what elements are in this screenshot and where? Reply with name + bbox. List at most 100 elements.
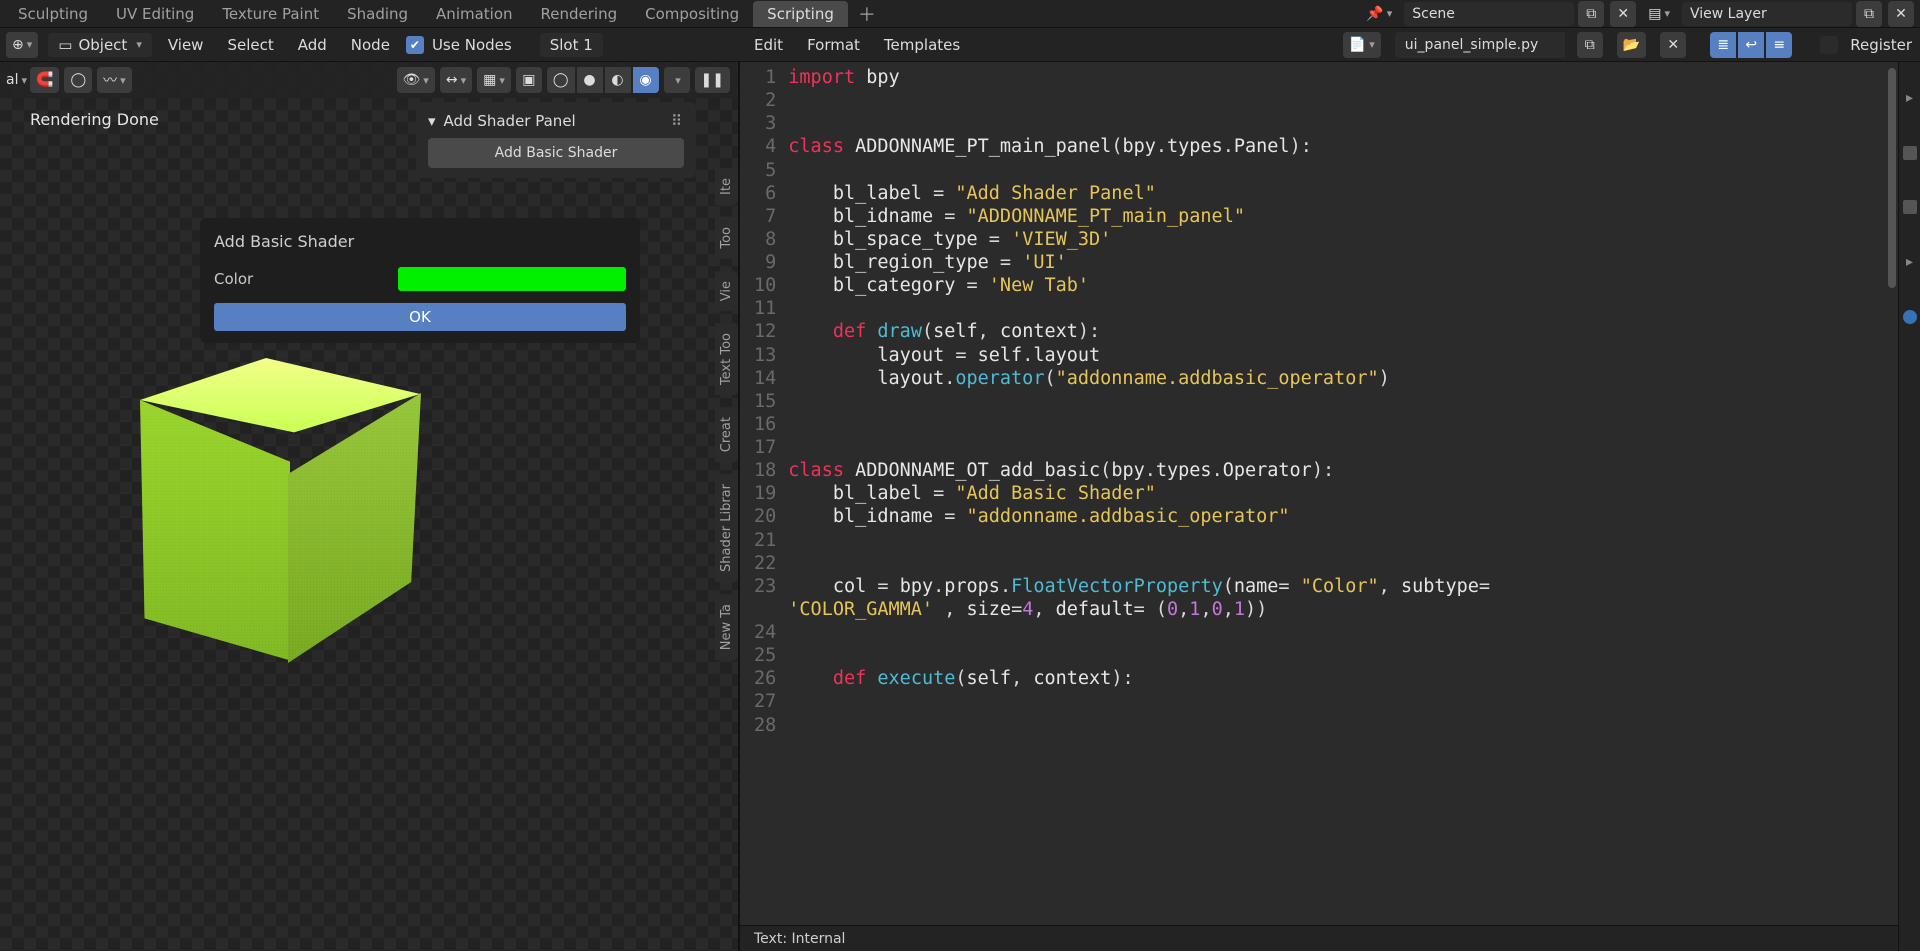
view-menu[interactable]: View [160, 32, 212, 58]
text-edit-menu[interactable]: Edit [748, 32, 789, 58]
text-footer-label: Text: Internal [754, 931, 845, 947]
workspace-tab-sculpting[interactable]: Sculpting [4, 1, 102, 27]
overlay-toggle[interactable]: ▦▾ [477, 67, 511, 93]
text-editor-footer: Text: Internal [740, 925, 1898, 951]
delete-scene-button[interactable]: ✕ [1610, 1, 1636, 27]
text-templates-menu[interactable]: Templates [878, 32, 966, 58]
rail-expand-icon[interactable]: ▸ [1906, 254, 1913, 270]
panel-options-icon[interactable]: ⠿ [671, 112, 684, 130]
operator-popup: Add Basic Shader Color OK [200, 218, 640, 343]
snap-toggle[interactable]: 🧲 [30, 67, 59, 93]
object-icon: ▭ [58, 36, 72, 54]
toggle-syntax-hl[interactable]: ≡ [1766, 32, 1792, 58]
side-tab-too[interactable]: Too [715, 217, 738, 259]
new-scene-button[interactable]: ⧉ [1578, 1, 1604, 27]
side-tab-text-too[interactable]: Text Too [715, 323, 738, 395]
pause-render-button[interactable]: ❚❚ [695, 67, 730, 93]
ok-button[interactable]: OK [214, 303, 626, 331]
workspace-tab-scripting[interactable]: Scripting [753, 1, 848, 27]
add-menu[interactable]: Add [290, 32, 335, 58]
object-mode-label: Object [78, 36, 127, 54]
use-nodes-checkbox[interactable] [406, 36, 424, 54]
workspace-tab-rendering[interactable]: Rendering [527, 1, 632, 27]
text-display-toggles: ≣ ↩ ≡ [1710, 32, 1794, 58]
shading-rendered[interactable]: ◉ [633, 67, 659, 93]
workspace-tab-texture-paint[interactable]: Texture Paint [208, 1, 333, 27]
delete-viewlayer-button[interactable]: ✕ [1888, 1, 1914, 27]
side-tab-ite[interactable]: Ite [715, 168, 738, 205]
workspace-tab-uv-editing[interactable]: UV Editing [102, 1, 208, 27]
proportional-toggle[interactable]: ◯ [64, 67, 92, 93]
side-tab-shader-librar[interactable]: Shader Librar [715, 474, 738, 582]
ok-button-label: OK [409, 308, 431, 326]
properties-tab-chip[interactable] [1903, 200, 1917, 214]
register-checkbox[interactable] [1820, 36, 1838, 54]
gizmo-toggle[interactable]: ↔▾ [440, 67, 472, 93]
properties-rail: ▸ ▸ [1898, 62, 1920, 951]
xray-toggle[interactable]: ▣ [516, 67, 542, 93]
text-duplicate-button[interactable]: ⧉ [1577, 32, 1603, 58]
side-tab-vie[interactable]: Vie [715, 271, 738, 311]
register-label: Register [1850, 36, 1912, 54]
pin-scene-icon[interactable]: 📌▾ [1360, 1, 1398, 27]
pivot-selector[interactable]: al▾ [6, 72, 27, 88]
text-editor-area: 1234567891011121314151617181920212223 24… [740, 62, 1898, 951]
workspace-tab-shading[interactable]: Shading [333, 1, 422, 27]
node-menu[interactable]: Node [343, 32, 398, 58]
side-tab-new-ta[interactable]: New Ta [715, 594, 738, 660]
workspace-tab-animation[interactable]: Animation [422, 1, 526, 27]
rail-expand-icon[interactable]: ▸ [1906, 90, 1913, 106]
workspace-tabs-bar: SculptingUV EditingTexture PaintShadingA… [0, 0, 1920, 28]
select-menu[interactable]: Select [219, 32, 281, 58]
text-filename-field[interactable]: ui_panel_simple.py [1395, 32, 1565, 58]
add-basic-shader-button-label: Add Basic Shader [495, 145, 618, 161]
code-area[interactable]: 1234567891011121314151617181920212223 24… [740, 62, 1898, 925]
operator-popup-title: Add Basic Shader [214, 232, 626, 251]
add-shader-panel-title: Add Shader Panel [444, 112, 576, 130]
object-mode-selector[interactable]: ▭ Object ▾ [48, 33, 152, 57]
workspace-tabs: SculptingUV EditingTexture PaintShadingA… [4, 5, 848, 23]
material-slot-selector[interactable]: Slot 1 [540, 33, 603, 57]
line-number-gutter: 1234567891011121314151617181920212223 24… [740, 62, 784, 925]
viewport-canvas[interactable]: Rendering Done ▾ Add Shader Panel ⠿ Add … [0, 98, 738, 951]
properties-tab-chip[interactable] [1903, 146, 1917, 160]
code-content[interactable]: import bpy class ADDONNAME_PT_main_panel… [784, 62, 1898, 925]
falloff-selector[interactable]: 〰▾ [97, 67, 132, 93]
toggle-word-wrap[interactable]: ↩ [1738, 32, 1764, 58]
shading-wireframe[interactable]: ◯ [547, 67, 575, 93]
material-slot-label: Slot 1 [550, 36, 593, 54]
add-workspace-button[interactable]: ＋ [848, 1, 886, 27]
new-viewlayer-button[interactable]: ⧉ [1856, 1, 1882, 27]
viewlayer-icon[interactable]: ▤▾ [1642, 1, 1676, 27]
text-open-button[interactable]: 📂 [1617, 32, 1646, 58]
shading-matprev[interactable]: ◐ [605, 67, 631, 93]
text-browse-button[interactable]: 📄▾ [1343, 32, 1381, 58]
scene-name-field[interactable]: Scene [1404, 2, 1574, 26]
shading-solid[interactable]: ● [577, 67, 603, 93]
code-scrollbar[interactable] [1888, 68, 1896, 288]
toggle-line-numbers[interactable]: ≣ [1710, 32, 1736, 58]
panel-collapse-icon[interactable]: ▾ [428, 112, 436, 130]
render-status-text: Rendering Done [30, 110, 159, 129]
workspace-tab-compositing[interactable]: Compositing [631, 1, 753, 27]
use-nodes-label: Use Nodes [432, 36, 512, 54]
shading-modes: ◯ ● ◐ ◉ [547, 67, 661, 93]
rendered-cube [120, 358, 440, 708]
main-split: al▾ 🧲 ◯ 〰▾ 👁▾ ↔▾ ▦▾ ▣ ◯ ● ◐ ◉ ▾ ❚❚ Rende… [0, 62, 1920, 951]
color-property-label: Color [214, 270, 384, 288]
viewport-toolbar: al▾ 🧲 ◯ 〰▾ 👁▾ ↔▾ ▦▾ ▣ ◯ ● ◐ ◉ ▾ ❚❚ [0, 62, 738, 98]
add-shader-panel: ▾ Add Shader Panel ⠿ Add Basic Shader [416, 102, 696, 178]
text-editor-header: Edit Format Templates 📄▾ ui_panel_simple… [740, 28, 1920, 62]
color-property-field[interactable] [398, 267, 626, 291]
text-format-menu[interactable]: Format [801, 32, 866, 58]
add-basic-shader-button[interactable]: Add Basic Shader [428, 138, 684, 168]
viewlayer-name-field[interactable]: View Layer [1682, 2, 1852, 26]
shading-options[interactable]: ▾ [664, 67, 690, 93]
viewport-side-tabs: Ite Too Vie Text Too Creat Shader Librar New T… [715, 168, 738, 660]
side-tab-creat[interactable]: Creat [715, 407, 738, 462]
visibility-toggle[interactable]: 👁▾ [397, 67, 435, 93]
viewport-area: al▾ 🧲 ◯ 〰▾ 👁▾ ↔▾ ▦▾ ▣ ◯ ● ◐ ◉ ▾ ❚❚ Rende… [0, 62, 740, 951]
properties-tab-chip[interactable] [1903, 310, 1917, 324]
editor-type-selector[interactable]: ⊕▾ [6, 32, 38, 58]
text-unlink-button[interactable]: ✕ [1660, 32, 1686, 58]
